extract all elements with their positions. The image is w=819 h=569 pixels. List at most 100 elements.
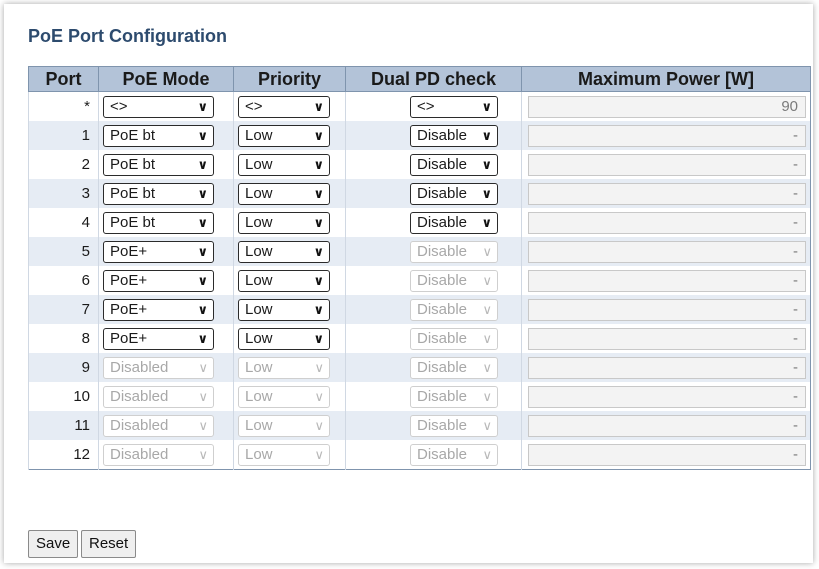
maximum-power-field: -	[528, 182, 806, 205]
priority-select[interactable]: Low ∨	[238, 124, 330, 147]
dual-pd-check-select[interactable]: Disable ∨	[410, 124, 498, 147]
poe-mode-cell: PoE bt ∨	[98, 179, 234, 208]
maximum-power-field[interactable]: 90	[528, 95, 806, 118]
maximum-power-cell: -	[521, 150, 811, 179]
poe-mode-value: <>	[110, 97, 128, 115]
priority-value: Low	[245, 445, 273, 463]
dual-pd-check-value: Disable	[417, 329, 468, 347]
dual-pd-check-select[interactable]: Disable ∨	[410, 153, 498, 176]
maximum-power-field: -	[528, 356, 806, 379]
column-header-port: Port	[28, 66, 99, 92]
priority-value: Low	[245, 271, 273, 289]
dual-pd-check-cell: Disable ∨	[345, 121, 522, 150]
maximum-power-cell: -	[521, 411, 811, 440]
priority-select[interactable]: Low ∨	[238, 153, 330, 176]
dual-pd-check-value: Disable	[417, 155, 468, 173]
chevron-down-icon: ∨	[313, 127, 324, 143]
poe-mode-select: Disabled ∨	[103, 414, 214, 437]
dual-pd-check-cell: <> ∨	[345, 91, 522, 121]
priority-select[interactable]: Low ∨	[238, 298, 330, 321]
dual-pd-check-select: Disable ∨	[410, 356, 498, 379]
poe-mode-value: PoE+	[110, 329, 148, 347]
maximum-power-cell: -	[521, 295, 811, 324]
dual-pd-check-value: Disable	[417, 445, 468, 463]
chevron-down-icon: ∨	[198, 446, 208, 462]
priority-cell: Low ∨	[233, 150, 346, 179]
poe-mode-select[interactable]: PoE+ ∨	[103, 327, 214, 350]
poe-mode-select[interactable]: PoE+ ∨	[103, 269, 214, 292]
poe-mode-select[interactable]: PoE bt ∨	[103, 211, 214, 234]
dual-pd-check-cell: Disable ∨	[345, 208, 522, 237]
chevron-down-icon: ∨	[313, 243, 324, 259]
maximum-power-field: -	[528, 269, 806, 292]
poe-mode-select: Disabled ∨	[103, 443, 214, 466]
dual-pd-check-select: Disable ∨	[410, 443, 498, 466]
maximum-power-field: -	[528, 240, 806, 263]
chevron-down-icon: ∨	[482, 388, 492, 404]
priority-select[interactable]: Low ∨	[238, 240, 330, 263]
poe-mode-select[interactable]: <> ∨	[103, 95, 214, 118]
priority-select[interactable]: Low ∨	[238, 211, 330, 234]
poe-mode-select[interactable]: PoE bt ∨	[103, 182, 214, 205]
port-number: 4	[28, 208, 99, 237]
priority-select: Low ∨	[238, 356, 330, 379]
poe-mode-select[interactable]: PoE bt ∨	[103, 153, 214, 176]
dual-pd-check-select[interactable]: <> ∨	[410, 95, 498, 118]
poe-mode-value: Disabled	[110, 387, 169, 405]
chevron-down-icon: ∨	[482, 446, 492, 462]
priority-cell: Low ∨	[233, 295, 346, 324]
chevron-down-icon: ∨	[314, 359, 324, 375]
chevron-down-icon: ∨	[482, 330, 492, 346]
chevron-down-icon: ∨	[314, 417, 324, 433]
maximum-power-field: -	[528, 124, 806, 147]
table-row: 12 Disabled ∨ Low ∨ Disable ∨ -	[28, 440, 811, 470]
priority-cell: Low ∨	[233, 121, 346, 150]
chevron-down-icon: ∨	[314, 446, 324, 462]
dual-pd-check-select: Disable ∨	[410, 269, 498, 292]
poe-mode-select[interactable]: PoE bt ∨	[103, 124, 214, 147]
poe-mode-cell: Disabled ∨	[98, 353, 234, 382]
maximum-power-cell: -	[521, 266, 811, 295]
maximum-power-cell: 90	[521, 91, 811, 121]
port-number: 9	[28, 353, 99, 382]
poe-mode-cell: PoE bt ∨	[98, 121, 234, 150]
poe-mode-cell: Disabled ∨	[98, 411, 234, 440]
port-number: 7	[28, 295, 99, 324]
dual-pd-check-cell: Disable ∨	[345, 324, 522, 353]
maximum-power-cell: -	[521, 440, 811, 470]
dual-pd-check-value: Disable	[417, 184, 468, 202]
priority-select[interactable]: Low ∨	[238, 182, 330, 205]
chevron-down-icon: ∨	[197, 185, 208, 201]
save-button[interactable]: Save	[28, 530, 79, 558]
chevron-down-icon: ∨	[198, 417, 208, 433]
priority-value: Low	[245, 300, 273, 318]
priority-value: Low	[245, 329, 273, 347]
priority-value: Low	[245, 213, 273, 231]
dual-pd-check-select: Disable ∨	[410, 414, 498, 437]
table-row: 6 PoE+ ∨ Low ∨ Disable ∨ -	[28, 266, 811, 295]
maximum-power-cell: -	[521, 237, 811, 266]
chevron-down-icon: ∨	[197, 127, 208, 143]
poe-mode-select[interactable]: PoE+ ∨	[103, 240, 214, 263]
chevron-down-icon: ∨	[482, 243, 492, 259]
priority-select[interactable]: Low ∨	[238, 327, 330, 350]
chevron-down-icon: ∨	[198, 359, 208, 375]
poe-mode-value: Disabled	[110, 445, 169, 463]
dual-pd-check-select[interactable]: Disable ∨	[410, 211, 498, 234]
priority-cell: Low ∨	[233, 266, 346, 295]
maximum-power-field: -	[528, 153, 806, 176]
dual-pd-check-select[interactable]: Disable ∨	[410, 182, 498, 205]
table-row: 7 PoE+ ∨ Low ∨ Disable ∨ -	[28, 295, 811, 324]
chevron-down-icon: ∨	[481, 214, 492, 230]
port-number: 3	[28, 179, 99, 208]
reset-button[interactable]: Reset	[81, 530, 137, 558]
priority-cell: Low ∨	[233, 353, 346, 382]
poe-mode-select[interactable]: PoE+ ∨	[103, 298, 214, 321]
priority-select[interactable]: <> ∨	[238, 95, 330, 118]
poe-mode-cell: <> ∨	[98, 91, 234, 121]
dual-pd-check-cell: Disable ∨	[345, 266, 522, 295]
maximum-power-cell: -	[521, 179, 811, 208]
priority-select[interactable]: Low ∨	[238, 269, 330, 292]
chevron-down-icon: ∨	[481, 98, 492, 114]
chevron-down-icon: ∨	[313, 156, 324, 172]
